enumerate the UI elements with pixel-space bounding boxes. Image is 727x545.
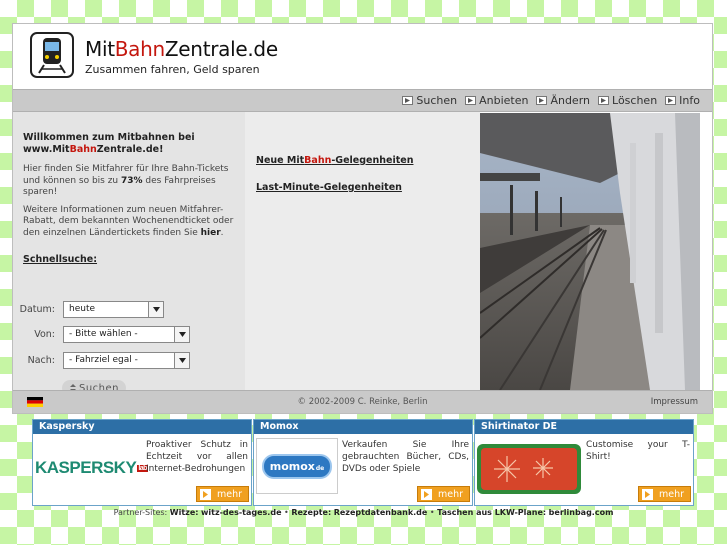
ad-title: Shirtinator DE	[475, 420, 693, 434]
date-label: Datum:	[19, 304, 55, 315]
to-label: Nach:	[27, 355, 55, 366]
welcome-panel: Willkommen zum Mitbahnen bei www.MitBahn…	[13, 112, 245, 396]
kaspersky-logo: KASPERSKY lab	[35, 458, 148, 478]
quick-search-heading: Schnellsuche:	[23, 254, 98, 265]
chevron-down-icon	[148, 302, 163, 317]
main-nav: Suchen Anbieten Ändern Löschen Info	[402, 94, 700, 107]
arrow-right-icon	[421, 488, 432, 500]
train-platform-photo	[480, 113, 700, 390]
date-select-value: heute	[69, 304, 96, 314]
link-text: Neue Mit	[256, 155, 305, 166]
intro-text: 73%	[121, 175, 143, 186]
from-label: Von:	[34, 329, 55, 340]
nav-label: Löschen	[612, 94, 658, 107]
more-label: mehr	[659, 488, 685, 500]
arrow-right-icon	[402, 96, 414, 105]
welcome-text: Zentrale.de!	[96, 144, 164, 155]
footer-bar: © 2002-2009 C. Reinke, Berlin Impressum	[13, 390, 712, 413]
partner-category: Taschen aus LKW-Plane:	[437, 508, 547, 517]
nav-item-anbieten[interactable]: Anbieten	[465, 94, 528, 107]
from-row: Von: - Bitte wählen -	[13, 326, 190, 343]
train-logo-icon[interactable]	[30, 32, 74, 78]
to-select-value: - Fahrziel egal -	[69, 355, 138, 365]
welcome-heading: Willkommen zum Mitbahnen bei www.MitBahn…	[23, 132, 235, 156]
info-link-hier[interactable]: hier	[201, 228, 221, 238]
new-offers-link[interactable]: Neue MitBahn-Gelegenheiten	[256, 155, 413, 166]
welcome-text: www.Mit	[23, 144, 70, 155]
ad-text: Proaktiver Schutz in Echtzeit vor allen …	[146, 440, 248, 474]
partner-link-rezepte[interactable]: Rezeptdatenbank.de	[334, 508, 428, 517]
more-button[interactable]: mehr	[196, 486, 249, 502]
from-select[interactable]: - Bitte wählen -	[63, 326, 190, 343]
partner-category: Rezepte:	[291, 508, 332, 517]
partner-sites: Partner-Sites: Witze: witz-des-tages.de …	[0, 508, 727, 517]
intro-paragraph: Hier finden Sie Mitfahrer für Ihre Bahn-…	[23, 164, 235, 199]
nav-label: Info	[679, 94, 700, 107]
nav-item-aendern[interactable]: Ändern	[536, 94, 590, 107]
page-frame: MitBahnZentrale.de Zusammen fahren, Geld…	[12, 23, 713, 414]
chevron-down-icon	[174, 327, 189, 342]
partner-link-berlinbag[interactable]: berlinbag.com	[549, 508, 614, 517]
arrow-right-icon	[598, 96, 610, 105]
partners-label: Partner-Sites:	[113, 508, 168, 517]
arrow-right-icon	[665, 96, 677, 105]
welcome-text: Bahn	[69, 144, 97, 155]
info-paragraph: Weitere Informationen zum neuen Mitfahre…	[23, 205, 235, 240]
brand-part: Zentrale.de	[164, 37, 278, 61]
logo-text: KASPERSKY	[35, 458, 137, 477]
separator: •	[429, 508, 435, 517]
date-select[interactable]: heute	[63, 301, 164, 318]
nav-label: Anbieten	[479, 94, 529, 107]
more-label: mehr	[217, 488, 243, 500]
logo-suffix: de	[315, 464, 325, 472]
ad-title: Momox	[254, 420, 472, 434]
ad-shirtinator[interactable]: Shirtinator DE Customise your T-Shirt! m…	[474, 419, 694, 506]
from-select-value: - Bitte wählen -	[69, 329, 138, 339]
partner-link-witze[interactable]: witz-des-tages.de	[201, 508, 282, 517]
welcome-text: Willkommen zum Mitbahnen bei	[23, 132, 195, 143]
last-minute-link[interactable]: Last-Minute-Gelegenheiten	[256, 182, 402, 193]
snowflake-shirt-image	[477, 444, 581, 494]
partner-category: Witze:	[169, 508, 199, 517]
to-select[interactable]: - Fahrziel egal -	[63, 352, 190, 369]
date-row: Datum: heute	[13, 301, 164, 318]
arrow-right-icon	[200, 488, 211, 500]
arrow-right-icon	[642, 488, 653, 500]
site-brand[interactable]: MitBahnZentrale.de	[85, 37, 278, 61]
arrow-right-icon	[465, 96, 477, 105]
link-text: -Gelegenheiten	[331, 155, 414, 166]
site-slogan: Zusammen fahren, Geld sparen	[85, 63, 260, 76]
nav-item-loeschen[interactable]: Löschen	[598, 94, 657, 107]
nav-label: Ändern	[550, 94, 591, 107]
nav-label: Suchen	[416, 94, 458, 107]
header: MitBahnZentrale.de Zusammen fahren, Geld…	[13, 24, 712, 89]
logo-text: momox	[269, 459, 315, 473]
to-row: Nach: - Fahrziel egal -	[13, 352, 190, 369]
brand-part: Bahn	[114, 37, 165, 61]
momox-logo: momoxde	[256, 438, 338, 494]
main-content: Willkommen zum Mitbahnen bei www.MitBahn…	[13, 112, 712, 396]
ad-momox[interactable]: Momox momoxde Verkaufen Sie Ihre gebrauc…	[253, 419, 473, 506]
ad-text: Customise your T-Shirt!	[586, 440, 690, 462]
more-button[interactable]: mehr	[638, 486, 691, 502]
chevron-down-icon	[174, 353, 189, 368]
more-button[interactable]: mehr	[417, 486, 470, 502]
nav-item-suchen[interactable]: Suchen	[402, 94, 457, 107]
arrow-right-icon	[536, 96, 548, 105]
link-text: Bahn	[304, 155, 332, 166]
brand-part: Mit	[85, 37, 115, 61]
more-label: mehr	[438, 488, 464, 500]
ad-title: Kaspersky	[33, 420, 251, 434]
ad-kaspersky[interactable]: Kaspersky KASPERSKY lab Proaktiver Schutz…	[32, 419, 252, 506]
momox-logo-badge: momoxde	[261, 453, 333, 479]
offers-panel: Neue MitBahn-Gelegenheiten Last-Minute-G…	[245, 112, 480, 390]
separator: •	[284, 508, 289, 517]
ad-text: Verkaufen Sie Ihre gebrauchten Bücher, C…	[342, 440, 469, 474]
copyright-text: © 2002-2009 C. Reinke, Berlin	[297, 397, 428, 407]
navigation-bar: Suchen Anbieten Ändern Löschen Info	[13, 89, 712, 112]
nav-item-info[interactable]: Info	[665, 94, 700, 107]
info-text: .	[220, 227, 224, 238]
impressum-link[interactable]: Impressum	[651, 397, 698, 407]
